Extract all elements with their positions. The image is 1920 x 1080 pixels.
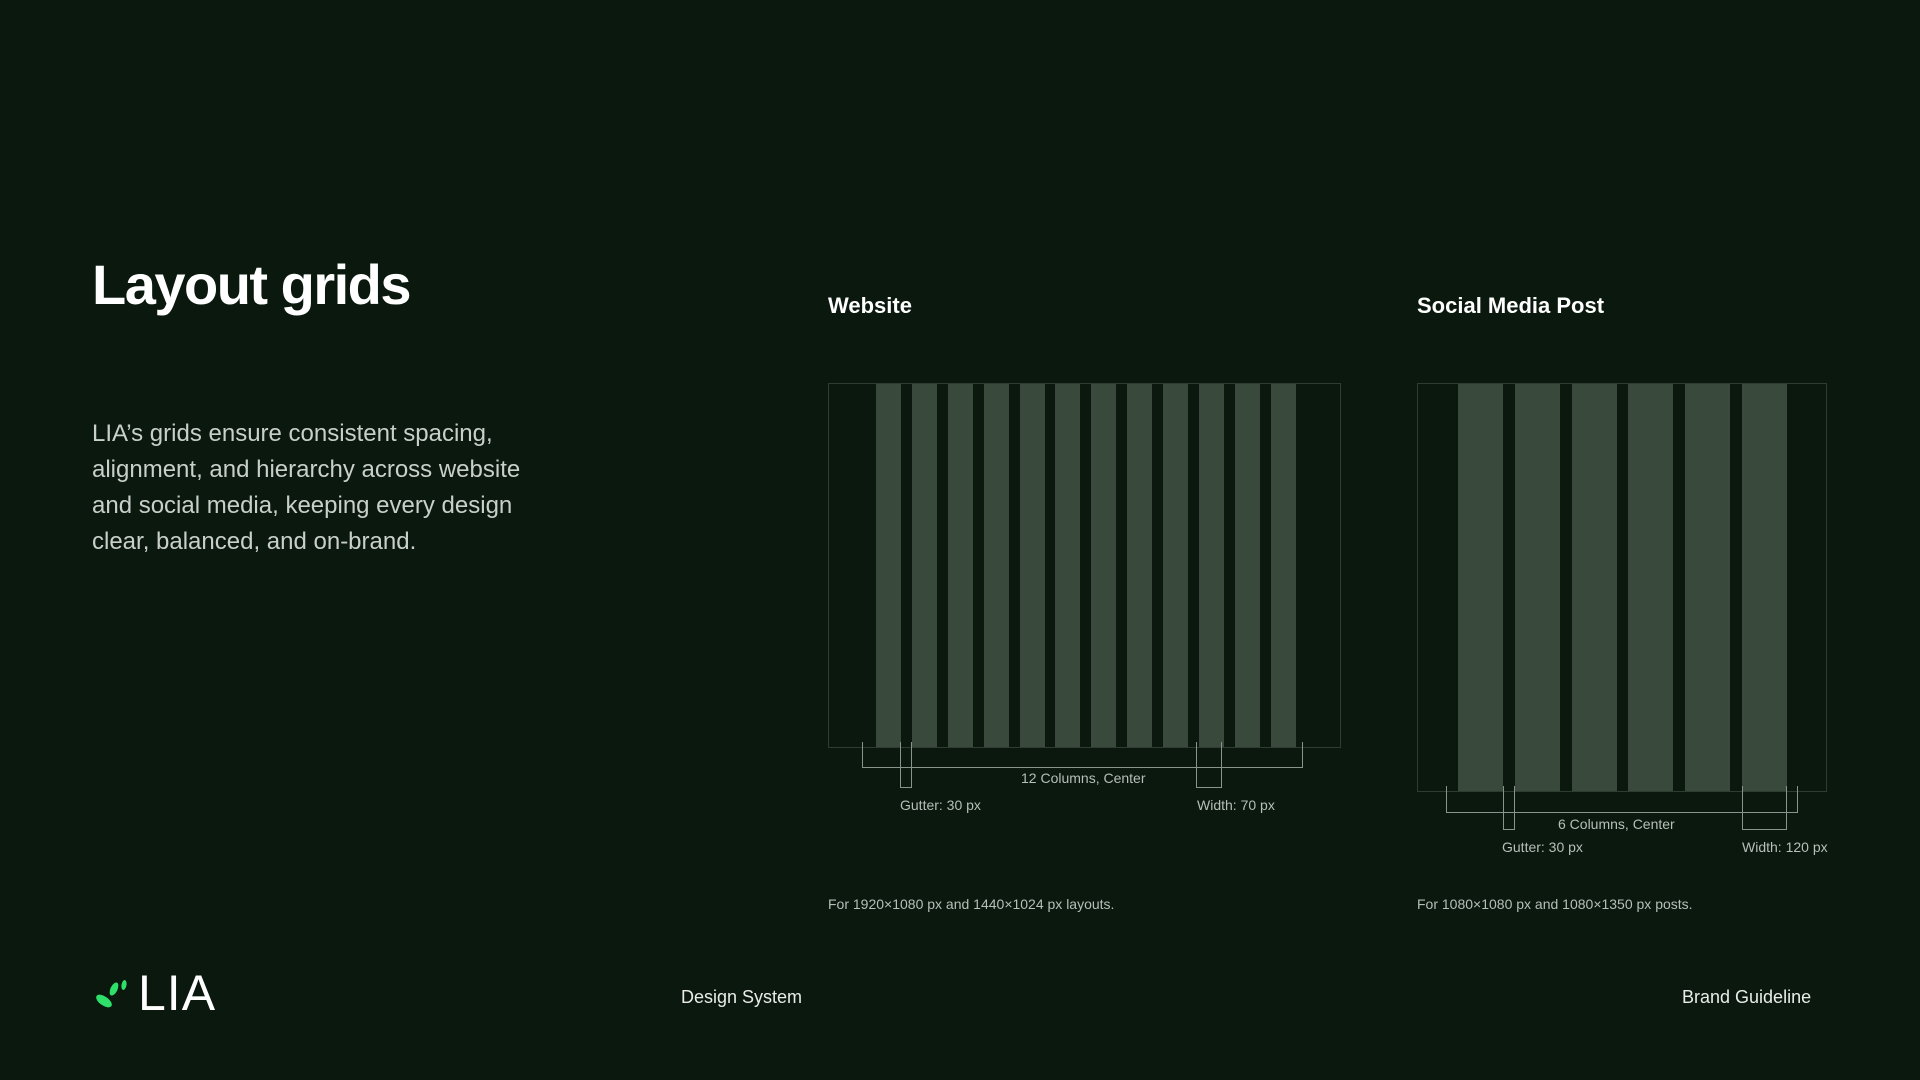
grid-column bbox=[948, 384, 973, 747]
page-description: LIA’s grids ensure consistent spacing, a… bbox=[92, 420, 521, 555]
gutter-bracket bbox=[900, 742, 912, 788]
grid-column bbox=[1055, 384, 1080, 747]
grid-column bbox=[912, 384, 937, 747]
page-title: Layout grids bbox=[92, 253, 412, 316]
grid-column bbox=[1127, 384, 1152, 747]
social-note: For 1080×1080 px and 1080×1350 px posts. bbox=[1417, 896, 1693, 912]
logo-wordmark: LIA bbox=[138, 965, 217, 1021]
width-bracket bbox=[1742, 786, 1787, 830]
grid-column bbox=[1020, 384, 1045, 747]
website-width-label: Width: 70 px bbox=[1197, 797, 1275, 813]
grid-column bbox=[1572, 384, 1617, 791]
social-gutter-label: Gutter: 30 px bbox=[1502, 839, 1583, 855]
website-note: For 1920×1080 px and 1440×1024 px layout… bbox=[828, 896, 1115, 912]
grid-column bbox=[1271, 384, 1296, 747]
grid-column bbox=[1091, 384, 1116, 747]
website-gutter-label: Gutter: 30 px bbox=[900, 797, 981, 813]
columns-bracket bbox=[862, 742, 1303, 768]
grid-column bbox=[1515, 384, 1560, 791]
footer-brand-guideline: Brand Guideline bbox=[1682, 987, 1812, 1007]
website-heading: Website bbox=[828, 293, 912, 318]
footer-design-system: Design System bbox=[681, 987, 803, 1007]
grid-column bbox=[1199, 384, 1224, 747]
grid-column bbox=[1235, 384, 1260, 747]
website-columns-label: 12 Columns, Center bbox=[1021, 770, 1146, 786]
width-bracket bbox=[1196, 742, 1222, 788]
grid-column bbox=[1685, 384, 1730, 791]
social-heading: Social Media Post bbox=[1417, 293, 1605, 318]
grid-column bbox=[1163, 384, 1188, 747]
grid-column bbox=[876, 384, 901, 747]
leaf-icon bbox=[96, 980, 127, 1008]
social-grid-frame bbox=[1417, 383, 1827, 792]
social-width-label: Width: 120 px bbox=[1742, 839, 1828, 855]
gutter-bracket bbox=[1503, 786, 1515, 830]
lia-logo: LIA bbox=[92, 968, 216, 1018]
grid-column bbox=[984, 384, 1009, 747]
website-grid-frame bbox=[828, 383, 1341, 748]
social-columns-label: 6 Columns, Center bbox=[1558, 816, 1675, 832]
grid-column bbox=[1628, 384, 1673, 791]
grid-column bbox=[1458, 384, 1503, 791]
grid-column bbox=[1742, 384, 1787, 791]
